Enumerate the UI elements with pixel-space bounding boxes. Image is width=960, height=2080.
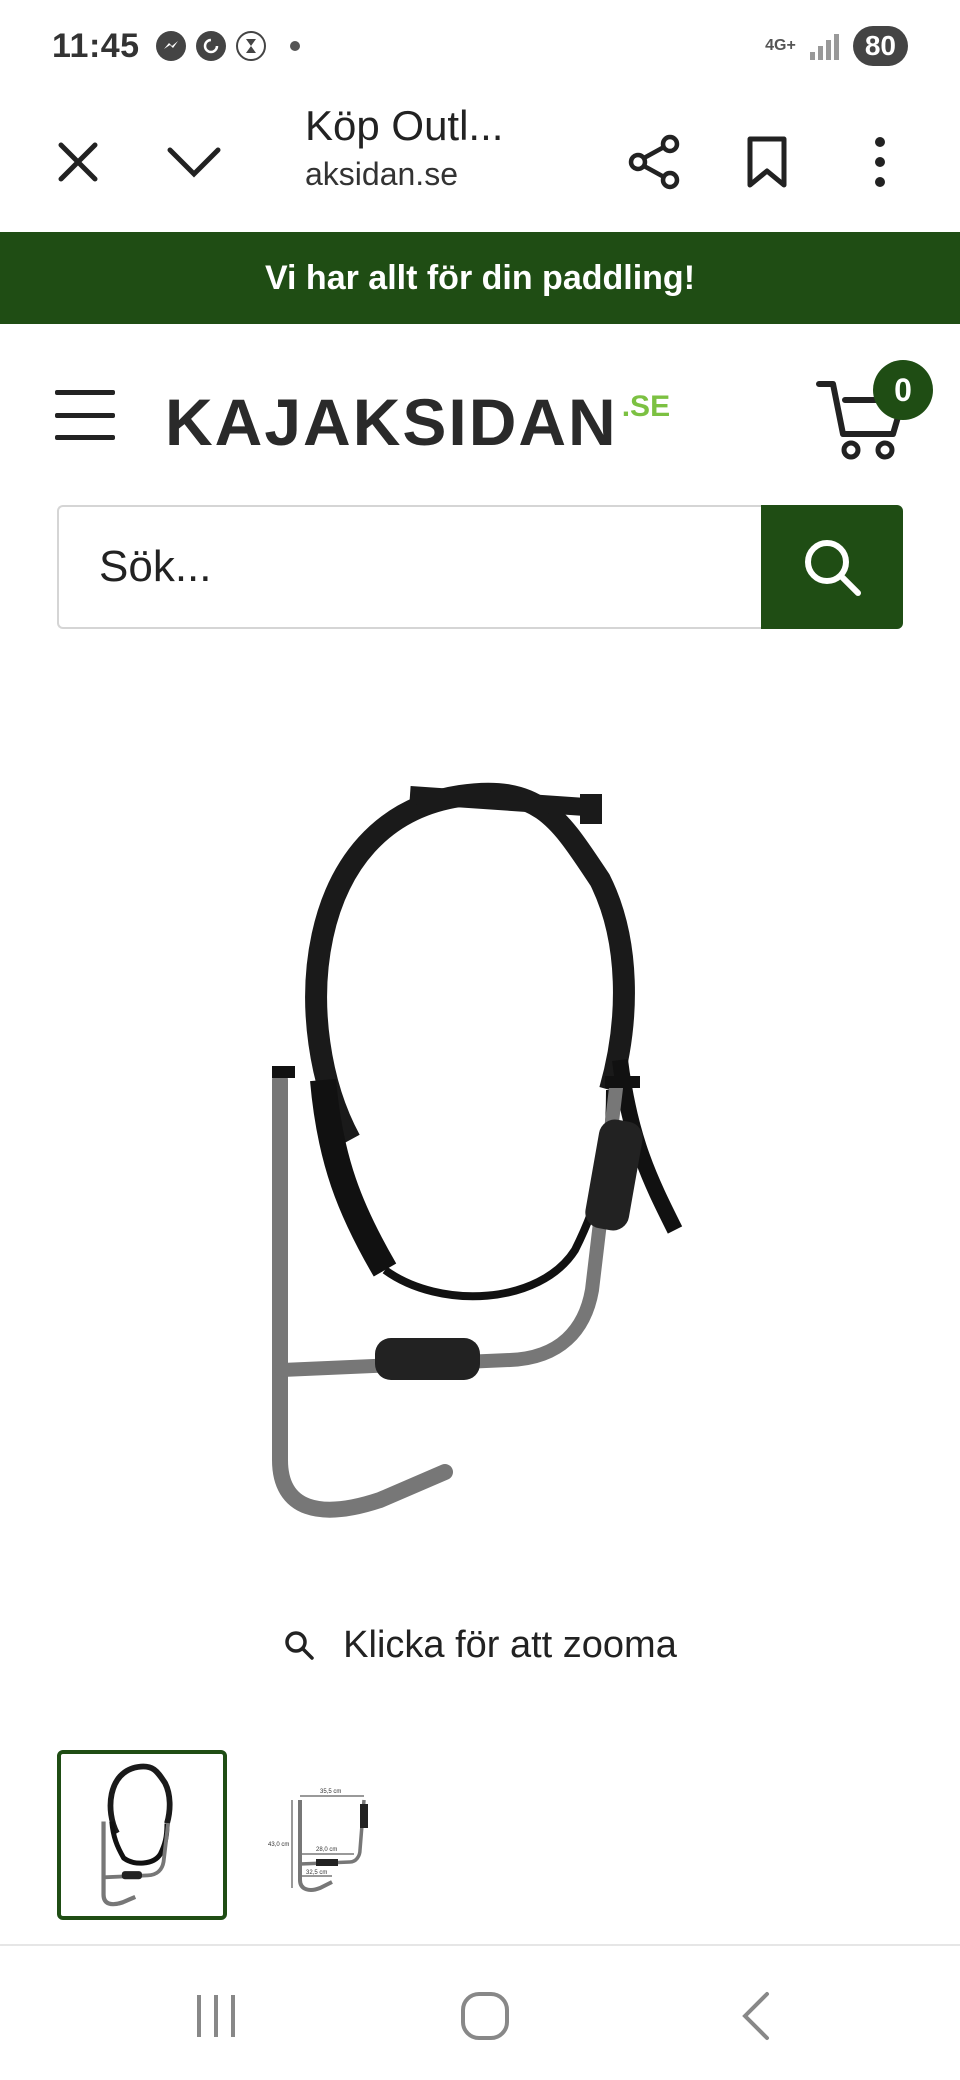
zoom-label: Klicka för att zooma [343, 1623, 677, 1666]
zoom-icon [285, 1631, 314, 1660]
status-bar: 11:45 4G+ 80 [0, 0, 960, 92]
system-navigation-bar [0, 1944, 960, 2080]
search-icon [805, 540, 861, 596]
battery-level: 80 [864, 30, 896, 61]
back-icon [742, 1992, 769, 2040]
battery-icon: 80 [852, 26, 908, 66]
recent-apps-icon [197, 1995, 235, 2037]
hamburger-menu-button[interactable] [55, 390, 115, 440]
signal-icon [809, 32, 839, 60]
browser-toolbar: Köp Outl... aksidan.se [0, 92, 960, 232]
dimension-label: 32,5 cm [306, 1870, 327, 1876]
dimension-label: 35,5 cm [320, 1789, 341, 1795]
dimension-label: 28,0 cm [316, 1847, 337, 1853]
back-button[interactable] [715, 1986, 795, 2046]
status-time: 11:45 [52, 26, 140, 65]
product-thumbnail-1[interactable] [57, 1750, 227, 1920]
bookmark-button[interactable] [727, 122, 807, 202]
page-url: aksidan.se [305, 156, 458, 192]
hourglass-icon [235, 31, 266, 61]
more-options-button[interactable] [840, 122, 920, 202]
menu-line [55, 390, 115, 395]
search-button[interactable] [761, 505, 903, 629]
site-logo[interactable]: KAJAKSIDAN .SE [165, 384, 670, 460]
search-bar [57, 505, 903, 629]
search-input[interactable] [57, 505, 761, 629]
zoom-hint[interactable]: Klicka för att zooma [0, 1610, 960, 1680]
messenger-icon [155, 31, 186, 61]
promo-banner: Vi har allt för din paddling! [0, 232, 960, 324]
dimension-label: 43,0 cm [268, 1842, 289, 1848]
bookmark-icon [747, 136, 787, 188]
status-right: 4G+ 80 [765, 26, 908, 66]
page-title-area[interactable]: Köp Outl... aksidan.se [305, 102, 575, 193]
minimize-button[interactable] [154, 122, 234, 202]
promo-text: Vi har allt för din paddling! [264, 258, 696, 297]
home-button[interactable] [445, 1986, 525, 2046]
site-header: KAJAKSIDAN .SE 0 [0, 324, 960, 504]
thumbnail-image-2: 35,5 cm 28,0 cm 32,5 cm 43,0 cm [268, 1789, 368, 1892]
share-button[interactable] [614, 122, 694, 202]
cart-count-badge: 0 [873, 360, 933, 420]
network-type: 4G+ [765, 37, 796, 54]
logo-text: KAJAKSIDAN [165, 385, 618, 459]
dot-icon [289, 41, 300, 51]
close-tab-button[interactable] [38, 122, 118, 202]
menu-line [55, 412, 115, 418]
chevron-down-icon [167, 147, 221, 178]
product-image[interactable] [180, 760, 780, 1540]
status-icons-left [155, 31, 300, 61]
recent-apps-button[interactable] [176, 1986, 256, 2046]
thumbnail-image-1 [101, 1763, 173, 1907]
close-icon [58, 142, 98, 182]
menu-line [55, 435, 115, 440]
page-title: Köp Outl... [305, 102, 504, 149]
logo-suffix: .SE [621, 390, 671, 423]
home-icon [461, 1992, 509, 2040]
sync-icon [195, 31, 226, 61]
product-thumbnail-2[interactable]: 35,5 cm 28,0 cm 32,5 cm 43,0 cm [240, 1750, 410, 1920]
share-icon [628, 134, 680, 190]
more-vert-icon [875, 137, 885, 187]
